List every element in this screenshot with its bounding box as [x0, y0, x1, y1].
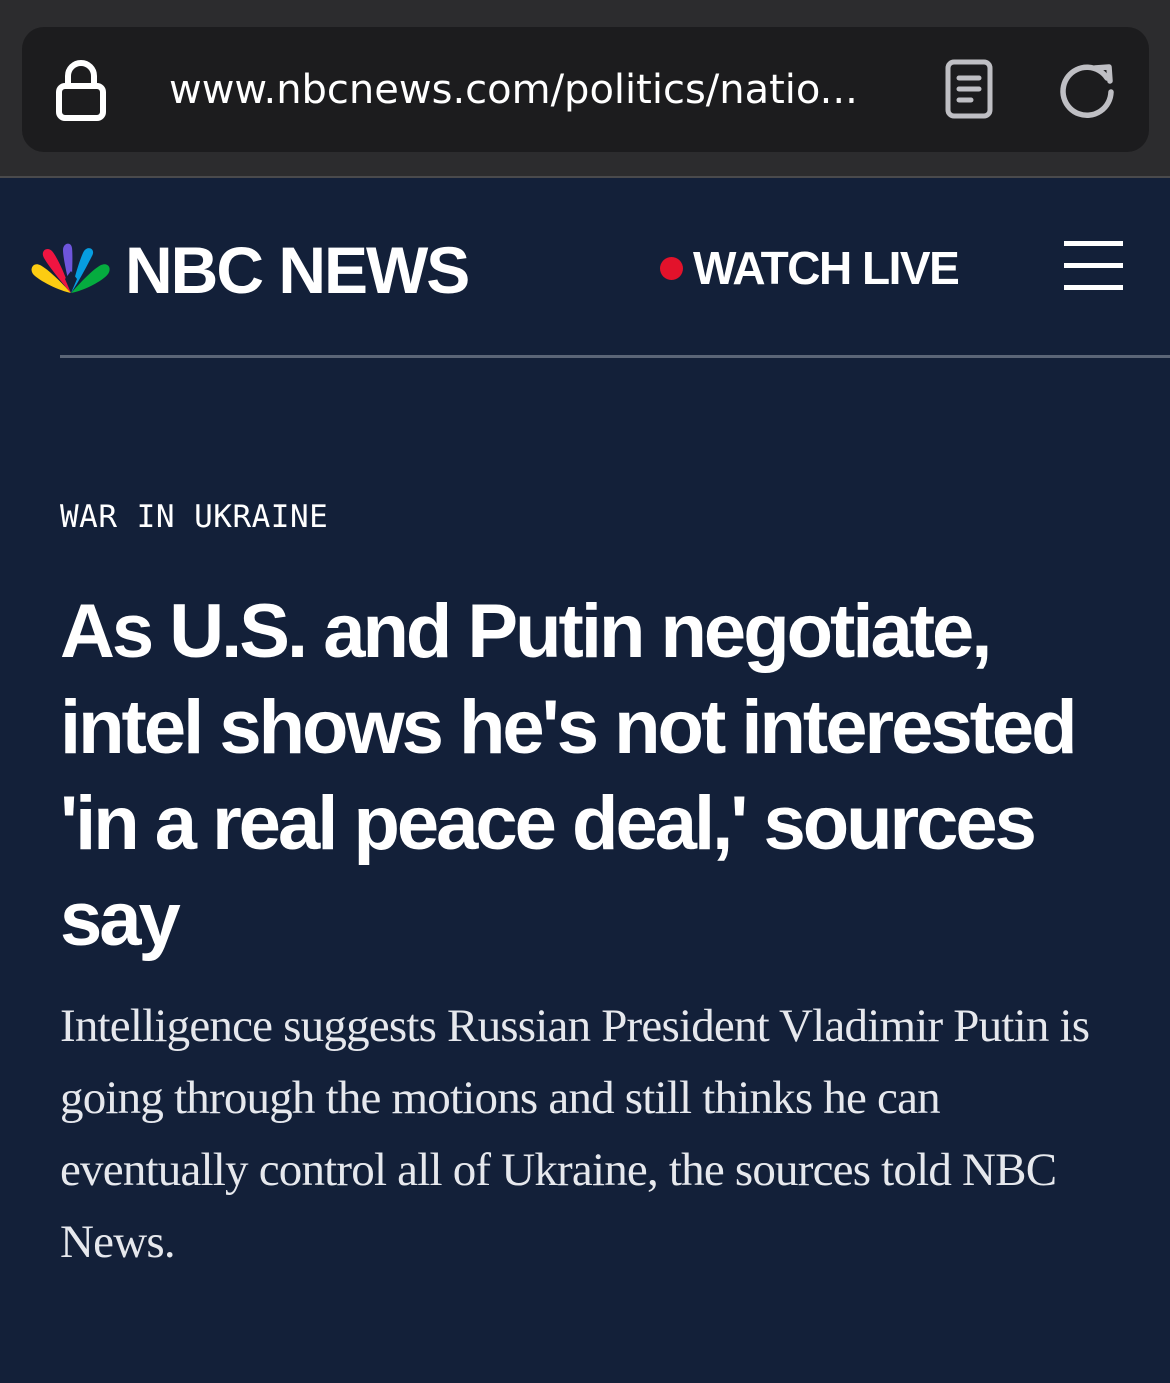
header-divider — [60, 355, 1170, 358]
watch-live-label: WATCH LIVE — [693, 242, 960, 294]
brand-wordmark[interactable]: NBC NEWS — [125, 230, 470, 310]
nbc-peacock-logo-icon[interactable] — [30, 241, 112, 295]
lock-icon — [56, 60, 106, 121]
reader-mode-icon[interactable] — [944, 58, 994, 120]
menu-bar — [1064, 263, 1123, 268]
article-dek: Intelligence suggests Russian President … — [60, 1000, 1090, 1268]
section-label[interactable]: WAR IN UKRAINE — [60, 497, 328, 537]
hamburger-menu-icon[interactable] — [1064, 241, 1123, 291]
site-header: NBC NEWS WATCH LIVE — [0, 178, 1170, 358]
menu-bar — [1064, 285, 1123, 290]
live-indicator-dot — [660, 256, 683, 280]
url-text[interactable]: www.nbcnews.com/politics/natio... — [169, 62, 889, 118]
reload-icon[interactable] — [1057, 58, 1119, 120]
watch-live-button[interactable]: WATCH LIVE — [660, 238, 960, 298]
article-headline: As U.S. and Putin negotiate, intel shows… — [60, 589, 1078, 962]
menu-bar — [1064, 241, 1123, 246]
browser-toolbar: www.nbcnews.com/politics/natio... — [0, 0, 1170, 178]
